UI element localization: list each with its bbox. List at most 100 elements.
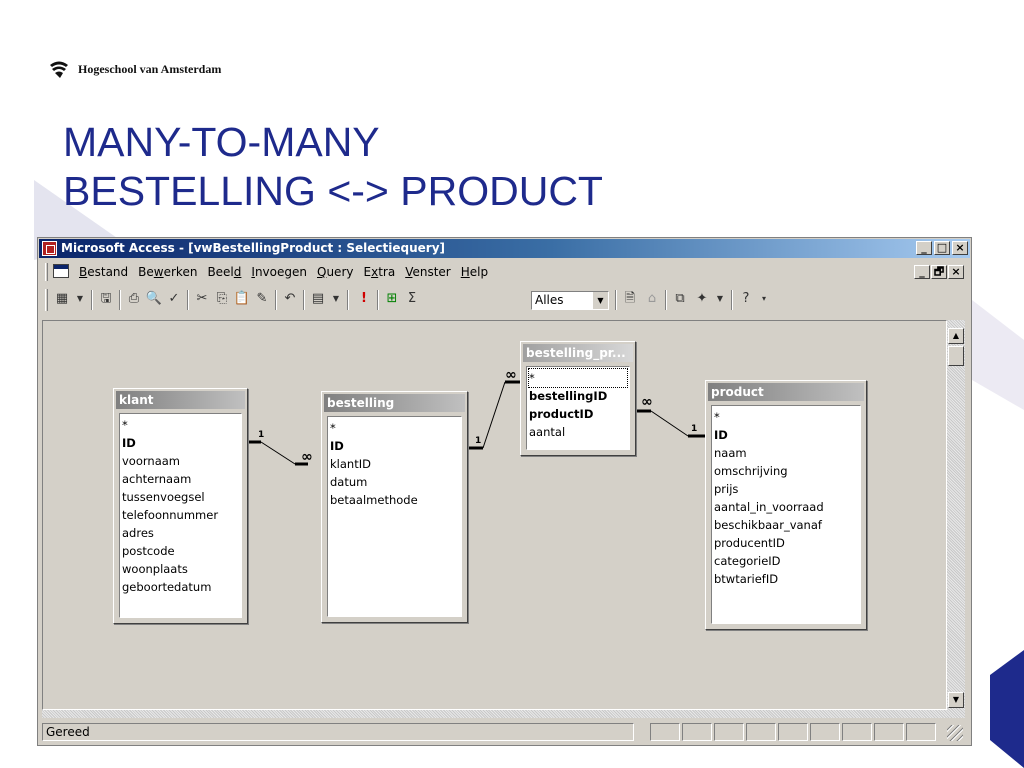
show-table-icon[interactable]: ⊞ (383, 290, 401, 308)
access-key: H (460, 265, 470, 279)
maximize-button[interactable]: □ (934, 241, 950, 255)
new-object-dropdown-icon[interactable]: ▼ (711, 290, 729, 308)
minimize-button[interactable]: _ (916, 241, 932, 255)
horizontal-scrollbar[interactable] (42, 710, 947, 718)
field-list[interactable]: * ID klantID datum betaalmethode (327, 416, 462, 617)
field-all[interactable]: * (714, 408, 858, 426)
field-postcode[interactable]: postcode (122, 542, 239, 560)
field-ID[interactable]: ID (330, 437, 459, 455)
table-title[interactable]: bestelling_pr... (523, 344, 633, 362)
toolbar-separator (347, 290, 349, 310)
menu-invoegen[interactable]: Invoegen (251, 264, 307, 280)
toolbar-separator (731, 290, 733, 310)
scroll-up-button[interactable]: ▲ (948, 328, 964, 344)
query-type-dropdown-icon[interactable]: ▼ (327, 290, 345, 308)
format-painter-icon[interactable]: ✎ (253, 290, 271, 308)
menu-beeld[interactable]: Beeld (207, 264, 241, 280)
menu-venster[interactable]: Venster (405, 264, 451, 280)
new-object-icon[interactable]: ✦ (693, 290, 711, 308)
query-design-pane[interactable]: 1 ∞ 1 ∞ ∞ 1 klant * ID voornaam achternaam tussenv… (42, 320, 947, 710)
view-dropdown-icon[interactable]: ▼ (71, 290, 89, 308)
relationship-join[interactable]: 1∞ (248, 430, 313, 466)
menu-help[interactable]: Help (461, 264, 488, 280)
toolbar-options-icon[interactable]: ▾ (755, 290, 773, 308)
field-beschikbaar-vanaf[interactable]: beschikbaar_vanaf (714, 516, 858, 534)
field-ID[interactable]: ID (714, 426, 858, 444)
spelling-icon[interactable]: ✓ (165, 290, 183, 308)
run-icon[interactable]: ! (355, 290, 373, 308)
field-naam[interactable]: naam (714, 444, 858, 462)
field-telefoonnummer[interactable]: telefoonnummer (122, 506, 239, 524)
menu-bewerken[interactable]: Bewerken (138, 264, 197, 280)
menu-query[interactable]: Query (317, 264, 353, 280)
field-tussenvoegsel[interactable]: tussenvoegsel (122, 488, 239, 506)
field-list[interactable]: * ID naam omschrijving prijs aantal_in_voorra… (711, 405, 861, 624)
cut-icon[interactable]: ✂ (193, 290, 211, 308)
menubar-grip[interactable] (45, 263, 48, 281)
doc-minimize-button[interactable]: _ (914, 265, 930, 279)
combo-dropdown-icon[interactable]: ▼ (592, 292, 608, 309)
field-all[interactable]: * (122, 416, 239, 434)
window-titlebar[interactable]: Microsoft Access - [vwBestellingProduct … (39, 239, 970, 258)
field-all[interactable]: * (528, 368, 628, 388)
help-icon[interactable]: ? (737, 290, 755, 308)
field-ID[interactable]: ID (122, 434, 239, 452)
table-product[interactable]: product * ID naam omschrijving prijs aantal_in… (705, 380, 867, 630)
field-prijs[interactable]: prijs (714, 480, 858, 498)
database-window-icon[interactable]: ⧉ (671, 290, 689, 308)
copy-icon[interactable]: ⎘ (213, 290, 231, 308)
cardinality-to: ∞ (301, 449, 313, 465)
table-klant[interactable]: klant * ID voornaam achternaam tussenvoegsel t… (113, 388, 248, 624)
field-aantal[interactable]: aantal (529, 423, 627, 441)
doc-restore-button[interactable]: 🗗 (931, 265, 947, 279)
field-btwtariefID[interactable]: btwtariefID (714, 570, 858, 588)
relationship-join[interactable]: ∞1 (636, 394, 705, 438)
doc-close-button[interactable]: × (948, 265, 964, 279)
size-grip-icon[interactable] (947, 725, 963, 741)
close-button[interactable]: × (952, 241, 968, 255)
field-productID[interactable]: productID (529, 405, 627, 423)
field-klantID[interactable]: klantID (330, 455, 459, 473)
field-woonplaats[interactable]: woonplaats (122, 560, 239, 578)
table-title[interactable]: product (708, 383, 864, 401)
scroll-thumb[interactable] (948, 346, 964, 366)
field-all[interactable]: * (330, 419, 459, 437)
field-aantal-in-voorraad[interactable]: aantal_in_voorraad (714, 498, 858, 516)
view-icon[interactable]: ▦ (53, 290, 71, 308)
field-achternaam[interactable]: achternaam (122, 470, 239, 488)
scroll-down-button[interactable]: ▼ (948, 692, 964, 708)
field-list[interactable]: * ID voornaam achternaam tussenvoegsel telefo… (119, 413, 242, 618)
print-icon[interactable]: ⎙ (125, 290, 143, 308)
field-omschrijving[interactable]: omschrijving (714, 462, 858, 480)
field-adres[interactable]: adres (122, 524, 239, 542)
access-app-icon[interactable] (42, 241, 57, 256)
print-preview-icon[interactable]: 🔍 (145, 290, 163, 308)
toolbar-grip[interactable] (45, 289, 48, 311)
undo-icon[interactable]: ↶ (281, 290, 299, 308)
properties-icon[interactable]: 🗎 (621, 290, 639, 308)
menu-bestand[interactable]: Bestand (79, 264, 128, 280)
table-bestelling_product[interactable]: bestelling_pr... * bestellingID productID aa… (520, 341, 636, 456)
field-list[interactable]: * bestellingID productID aantal (526, 366, 630, 450)
field-geboortedatum[interactable]: geboortedatum (122, 578, 239, 596)
table-bestelling[interactable]: bestelling * ID klantID datum betaalmethode (321, 391, 468, 623)
top-values-combo[interactable]: Alles ▼ (531, 291, 609, 310)
vertical-scrollbar[interactable]: ▲ ▼ (947, 320, 965, 718)
field-producentID[interactable]: producentID (714, 534, 858, 552)
access-key: Q (317, 265, 327, 279)
field-datum[interactable]: datum (330, 473, 459, 491)
totals-icon[interactable]: Σ (403, 290, 421, 308)
menu-extra[interactable]: Extra (363, 264, 395, 280)
field-categorieID[interactable]: categorieID (714, 552, 858, 570)
field-betaalmethode[interactable]: betaalmethode (330, 491, 459, 509)
document-icon[interactable] (53, 264, 69, 278)
query-type-icon[interactable]: ▤ (309, 290, 327, 308)
relationship-join[interactable]: 1∞ (468, 367, 520, 450)
save-icon[interactable]: 🖫 (97, 290, 115, 308)
table-title[interactable]: klant (116, 391, 245, 409)
table-title[interactable]: bestelling (324, 394, 465, 412)
field-bestellingID[interactable]: bestellingID (529, 387, 627, 405)
field-voornaam[interactable]: voornaam (122, 452, 239, 470)
paste-icon[interactable]: 📋 (233, 290, 251, 308)
build-icon[interactable]: ⌂ (643, 290, 661, 308)
